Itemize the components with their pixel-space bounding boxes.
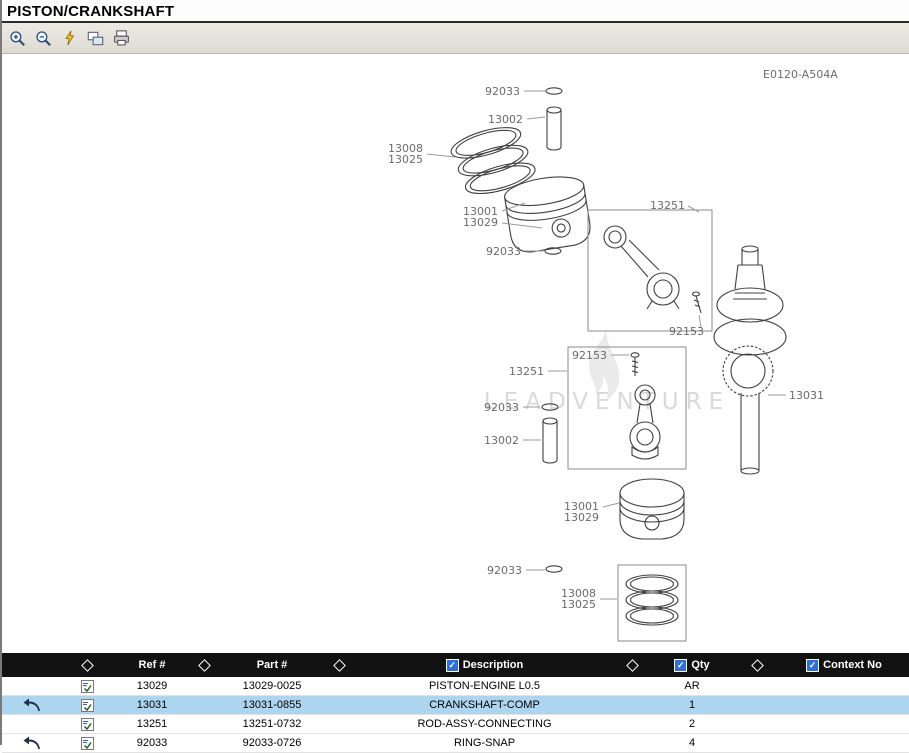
cell-description[interactable]: CRANKSHAFT-COMP [352, 696, 617, 714]
leader-line [427, 154, 455, 157]
qty-checkbox[interactable]: ✓ [674, 659, 687, 672]
part-label[interactable]: 13025 [388, 153, 423, 166]
row-spacer [2, 715, 62, 733]
cell-qty: 4 [647, 734, 737, 752]
parts-catalog-page: { "page": { "title": "PISTON/CRANKSHAFT"… [0, 0, 909, 745]
part-label[interactable]: 92033 [487, 564, 522, 577]
table-row[interactable]: 13251 13251-0732 ROD-ASSY-CONNECTING 2 [2, 715, 909, 734]
cell-gap [737, 734, 777, 752]
cell-context [777, 677, 909, 695]
part-label[interactable]: 13025 [561, 598, 596, 611]
cell-description[interactable]: PISTON-ENGINE L0.5 [352, 677, 617, 695]
part-label[interactable]: 13029 [564, 511, 599, 524]
cell-gap [192, 734, 217, 752]
cell-gap [617, 715, 647, 733]
row-doc-icon[interactable] [62, 677, 112, 695]
cell-ref[interactable]: 13251 [112, 715, 192, 733]
title-bar: PISTON/CRANKSHAFT [2, 0, 909, 21]
cell-description[interactable]: RING-SNAP [352, 734, 617, 752]
cell-gap [192, 677, 217, 695]
back-arrow-icon[interactable] [2, 696, 62, 714]
part-label[interactable]: 92033 [486, 245, 521, 258]
part-label[interactable]: 92153 [669, 325, 704, 338]
row-doc-icon[interactable] [62, 715, 112, 733]
sort-icon[interactable] [192, 653, 217, 677]
cell-context [777, 734, 909, 752]
back-arrow-icon[interactable] [2, 734, 62, 752]
cell-gap [617, 734, 647, 752]
cell-gap [327, 715, 352, 733]
sort-icon[interactable] [617, 653, 647, 677]
header-part[interactable]: Part # [217, 653, 327, 677]
cell-qty: 2 [647, 715, 737, 733]
part-label[interactable]: 13251 [650, 199, 685, 212]
cell-gap [327, 696, 352, 714]
part-label[interactable]: 92033 [485, 85, 520, 98]
header-ref[interactable]: Ref # [112, 653, 192, 677]
cell-part[interactable]: 92033-0726 [217, 734, 327, 752]
cell-description[interactable]: ROD-ASSY-CONNECTING [352, 715, 617, 733]
print-icon[interactable] [111, 28, 131, 48]
row-doc-icon[interactable] [62, 696, 112, 714]
cell-ref[interactable]: 13031 [112, 696, 192, 714]
zoom-out-icon[interactable] [33, 28, 53, 48]
diagram-area: LEADVENTURE E0120-A504A [2, 54, 909, 653]
cell-part[interactable]: 13031-0855 [217, 696, 327, 714]
watermark-text: LEADVENTURE [484, 389, 730, 415]
part-label[interactable]: 13031 [789, 389, 824, 402]
table-row[interactable]: 13029 13029-0025 PISTON-ENGINE L0.5 AR [2, 677, 909, 696]
cell-ref[interactable]: 92033 [112, 734, 192, 752]
parts-diagram: LEADVENTURE E0120-A504A [2, 54, 909, 653]
cell-gap [327, 734, 352, 752]
cell-qty: 1 [647, 696, 737, 714]
header-qty[interactable]: ✓ Qty [647, 653, 737, 677]
context-checkbox[interactable]: ✓ [806, 659, 819, 672]
leader-line [502, 223, 542, 228]
cell-part[interactable]: 13029-0025 [217, 677, 327, 695]
row-doc-icon[interactable] [62, 734, 112, 752]
cell-gap [192, 715, 217, 733]
cell-gap [192, 696, 217, 714]
part-label[interactable]: 13002 [488, 113, 523, 126]
page-title: PISTON/CRANKSHAFT [7, 3, 909, 20]
sort-icon[interactable] [327, 653, 352, 677]
cell-gap [617, 677, 647, 695]
cell-gap [327, 677, 352, 695]
leader-line [688, 206, 699, 212]
description-checkbox[interactable]: ✓ [446, 659, 459, 672]
diagram-toolbar [2, 23, 909, 54]
part-label[interactable]: 92153 [572, 349, 607, 362]
sort-icon[interactable] [62, 653, 112, 677]
windows-icon[interactable] [85, 28, 105, 48]
row-spacer [2, 677, 62, 695]
cell-ref[interactable]: 13029 [112, 677, 192, 695]
cell-context [777, 715, 909, 733]
zoom-in-icon[interactable] [7, 28, 27, 48]
sort-icon[interactable] [737, 653, 777, 677]
leader-line [527, 117, 545, 119]
part-label[interactable]: 13002 [484, 434, 519, 447]
leader-line [603, 503, 619, 507]
measure-icon[interactable] [59, 28, 79, 48]
table-body: 1302913029-0025PISTON-ENGINE L0.5AR13031… [2, 677, 909, 753]
table-header: Ref # Part # ✓ Description ✓ Qty ✓ Conte… [2, 653, 909, 677]
part-label[interactable]: 13029 [463, 216, 498, 229]
drawing-code: E0120-A504A [763, 68, 838, 81]
cell-qty: AR [647, 677, 737, 695]
cell-part[interactable]: 13251-0732 [217, 715, 327, 733]
cell-context [777, 696, 909, 714]
cell-gap [737, 696, 777, 714]
cell-gap [737, 715, 777, 733]
header-description[interactable]: ✓ Description [352, 653, 617, 677]
cell-gap [737, 677, 777, 695]
header-spacer [2, 653, 62, 677]
part-label[interactable]: 13251 [509, 365, 544, 378]
part-label[interactable]: 92033 [484, 401, 519, 414]
table-row[interactable]: 92033 92033-0726 RING-SNAP 4 [2, 734, 909, 753]
parts-table: Ref # Part # ✓ Description ✓ Qty ✓ Conte… [2, 653, 909, 753]
cell-gap [617, 696, 647, 714]
table-row[interactable]: 13031 13031-0855 CRANKSHAFT-COMP 1 [2, 696, 909, 715]
header-context[interactable]: ✓ Context No [777, 653, 909, 677]
